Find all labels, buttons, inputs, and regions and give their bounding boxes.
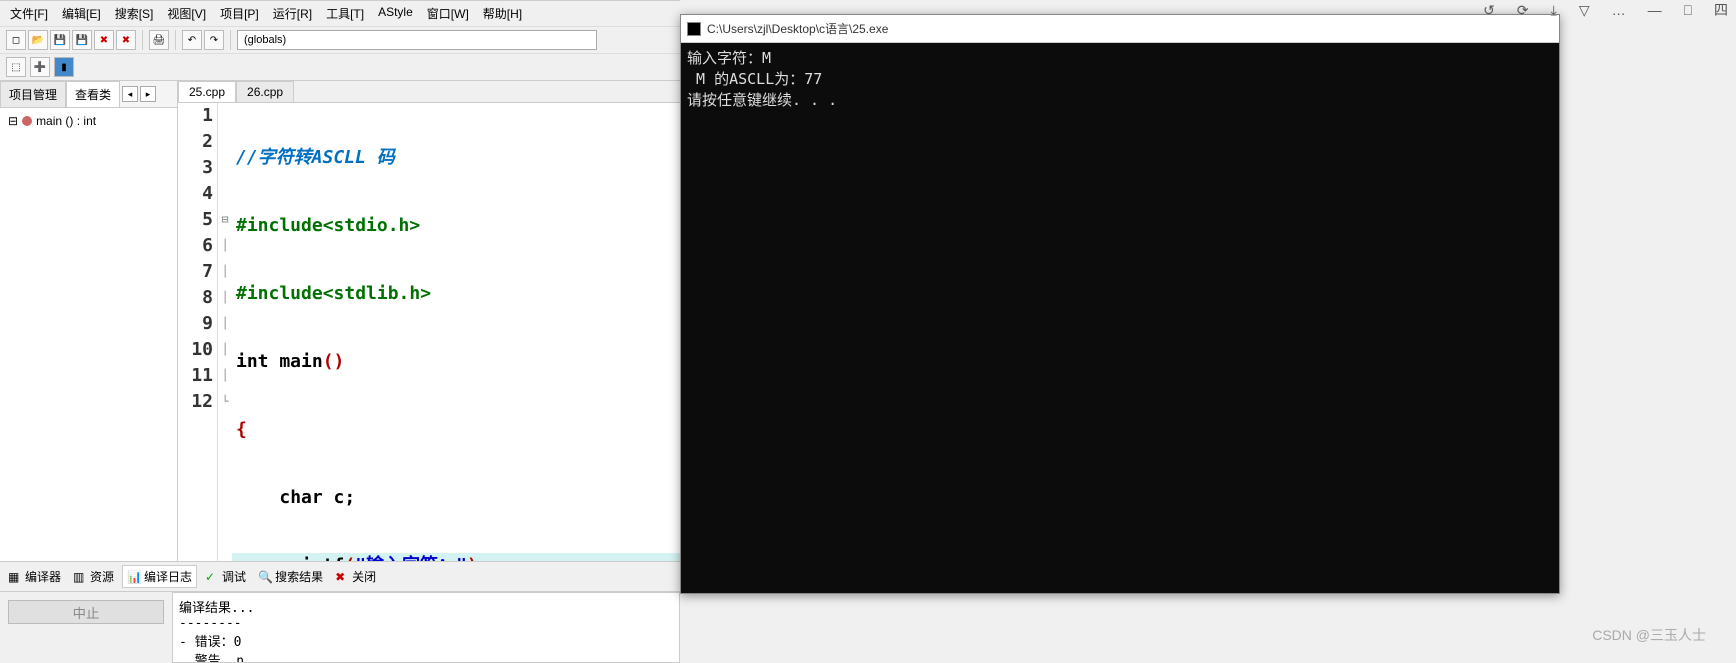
bookmark-icon[interactable]: ➕: [30, 57, 50, 77]
main-area: 项目管理 查看类 ◂ ▸ ⊟ main () : int 25.cpp 26.c…: [0, 81, 680, 561]
abort-button[interactable]: 中止: [8, 600, 164, 624]
toolbar-main: ◻ 📂 💾 💾 ✖ ✖ 🖨 ↶ ↷ (globals): [0, 27, 680, 54]
console-titlebar[interactable]: C:\Users\zjl\Desktop\c语言\25.exe: [681, 15, 1559, 43]
file-tab-26[interactable]: 26.cpp: [236, 81, 294, 102]
abort-area: 中止: [0, 592, 172, 663]
nav-prev-icon[interactable]: ◂: [122, 86, 138, 102]
save-all-icon[interactable]: 💾: [72, 30, 92, 50]
reload-icon[interactable]: ↺: [1479, 2, 1499, 19]
fold-column: ⊟││││││└: [218, 103, 232, 561]
close-file-icon[interactable]: ✖: [94, 30, 114, 50]
console-window: C:\Users\zjl\Desktop\c语言\25.exe 输入字符：M M…: [680, 14, 1560, 594]
debug-icon: ✓: [205, 570, 219, 584]
menu-view[interactable]: 视图[V]: [163, 3, 210, 24]
class-tree: ⊟ main () : int: [0, 108, 177, 561]
maximize-icon[interactable]: ⎕: [1680, 2, 1696, 19]
redo-icon[interactable]: ↷: [204, 30, 224, 50]
browser-toolbar-icons: ↺ ⟳ ⤓ ▽ … — ⎕ 四: [1479, 0, 1732, 20]
insert-icon[interactable]: ⬚: [6, 57, 26, 77]
menubar: 文件[F] 编辑[E] 搜索[S] 视图[V] 项目[P] 运行[R] 工具[T…: [0, 1, 680, 27]
line-numbers: 123456789101112: [178, 103, 218, 561]
bottom-panel: 中止 编译结果... -------- - 错误：0 警告. n: [0, 591, 680, 663]
ide-window: 文件[F] 编辑[E] 搜索[S] 视图[V] 项目[P] 运行[R] 工具[T…: [0, 0, 680, 663]
nav-next-icon[interactable]: ▸: [140, 86, 156, 102]
menu-file[interactable]: 文件[F]: [6, 3, 52, 24]
editor-pane: 25.cpp 26.cpp 123456789101112 ⊟││││││└ /…: [178, 81, 680, 561]
menu-edit[interactable]: 编辑[E]: [58, 3, 105, 24]
close-icon: ✖: [335, 570, 349, 584]
open-file-icon[interactable]: 📂: [28, 30, 48, 50]
menu-window[interactable]: 窗口[W]: [423, 3, 473, 24]
console-title-text: C:\Users\zjl\Desktop\c语言\25.exe: [707, 20, 888, 37]
tab-debug[interactable]: ✓调试: [201, 566, 250, 587]
globals-dropdown[interactable]: (globals): [237, 30, 597, 50]
menu-run[interactable]: 运行[R]: [269, 3, 316, 24]
code-lines: //字符转ASCLL 码 #include<stdio.h> #include<…: [232, 103, 680, 561]
tab-compile-log[interactable]: 📊编译日志: [122, 565, 197, 588]
toolbar-secondary: ⬚ ➕ ▮: [0, 54, 680, 81]
more-icon[interactable]: …: [1608, 2, 1630, 18]
code-editor[interactable]: 123456789101112 ⊟││││││└ //字符转ASCLL 码 #i…: [178, 103, 680, 561]
new-file-icon[interactable]: ◻: [6, 30, 26, 50]
menu-help[interactable]: 帮助[H]: [479, 3, 526, 24]
watermark: CSDN @三玉人士: [1592, 625, 1706, 645]
compiler-icon: ▦: [8, 570, 22, 584]
menu-astyle[interactable]: AStyle: [374, 3, 417, 24]
download-icon[interactable]: ⤓: [1547, 2, 1561, 19]
file-tabs: 25.cpp 26.cpp: [178, 81, 680, 103]
tab-resources[interactable]: ▥资源: [69, 566, 118, 587]
chevron-down-icon[interactable]: ▽: [1575, 2, 1594, 19]
tree-expand-icon: ⊟: [8, 114, 18, 128]
sidebar-tabs: 项目管理 查看类 ◂ ▸: [0, 81, 177, 108]
separator-icon: [230, 30, 231, 50]
grid-icon[interactable]: 四: [1710, 0, 1732, 20]
separator-icon: [142, 30, 143, 50]
bottom-tabs: ▦编译器 ▥资源 📊编译日志 ✓调试 🔍搜索结果 ✖关闭: [0, 561, 680, 591]
log-icon: 📊: [127, 570, 141, 584]
tree-item-label: main () : int: [36, 114, 96, 128]
menu-tools[interactable]: 工具[T]: [322, 3, 368, 24]
menu-project[interactable]: 项目[P]: [216, 3, 263, 24]
forward-icon[interactable]: ⟳: [1513, 2, 1533, 19]
minimize-icon[interactable]: —: [1644, 2, 1666, 18]
undo-icon[interactable]: ↶: [182, 30, 202, 50]
resources-icon: ▥: [73, 570, 87, 584]
menu-search[interactable]: 搜索[S]: [111, 3, 158, 24]
console-icon: [687, 22, 701, 36]
sidebar: 项目管理 查看类 ◂ ▸ ⊟ main () : int: [0, 81, 178, 561]
tab-search-results[interactable]: 🔍搜索结果: [254, 566, 327, 587]
file-tab-25[interactable]: 25.cpp: [178, 81, 236, 102]
tab-close[interactable]: ✖关闭: [331, 566, 380, 587]
tab-classes[interactable]: 查看类: [66, 81, 120, 107]
function-icon: [22, 116, 32, 126]
close-all-icon[interactable]: ✖: [116, 30, 136, 50]
console-output[interactable]: 输入字符：M M 的ASCLL为：77 请按任意键继续. . .: [681, 43, 1559, 114]
goto-icon[interactable]: ▮: [54, 57, 74, 77]
save-icon[interactable]: 💾: [50, 30, 70, 50]
compile-log: 编译结果... -------- - 错误：0 警告. n: [172, 592, 680, 663]
search-icon: 🔍: [258, 570, 272, 584]
tree-item-main[interactable]: ⊟ main () : int: [4, 112, 173, 130]
tab-compiler[interactable]: ▦编译器: [4, 566, 65, 587]
separator-icon: [175, 30, 176, 50]
print-icon[interactable]: 🖨: [149, 30, 169, 50]
tab-project[interactable]: 项目管理: [0, 81, 66, 107]
